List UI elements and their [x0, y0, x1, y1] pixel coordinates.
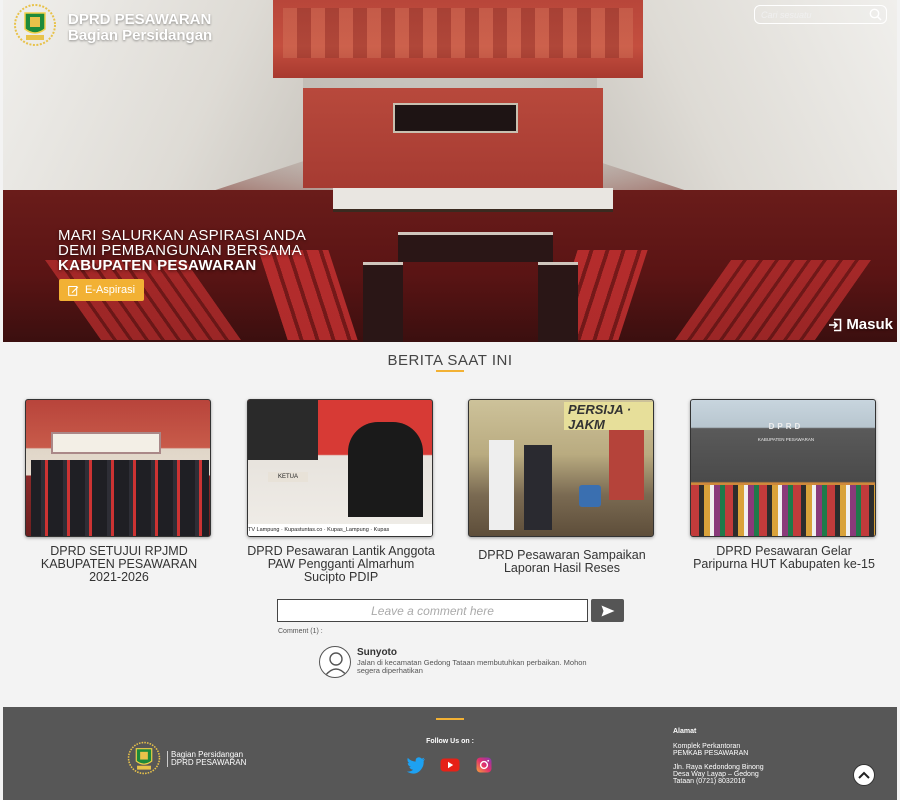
- follow-us-label: Follow Us on :: [426, 738, 474, 745]
- address-spacer: [673, 757, 764, 764]
- hero-desk: [538, 262, 578, 342]
- brand-title: DPRD PESAWARAN Bagian Persidangan: [68, 12, 212, 44]
- hero-screen: [393, 103, 518, 133]
- hero-desk: [398, 232, 553, 262]
- address-line: Komplek Perkantoran: [673, 743, 741, 750]
- news-caption: DPRD Pesawaran Sampaikan Laporan Hasil R…: [478, 548, 646, 575]
- news-caption: DPRD Pesawaran Gelar Paripurna HUT Kabup…: [693, 544, 875, 571]
- photo-sign: DPRD: [768, 422, 804, 431]
- title-underline: [436, 370, 464, 372]
- photo-person: [489, 440, 514, 530]
- news-caption: DPRD Pesawaran Lantik Anggota PAW Pengga…: [247, 544, 435, 584]
- news-caption: DPRD SETUJUI RPJMD KABUPATEN PESAWARAN 2…: [40, 544, 198, 584]
- comment-field-wrapper[interactable]: [277, 599, 588, 622]
- brand-line2: Bagian Persidangan: [68, 27, 213, 44]
- address-line: Tataan (0721) 8032016: [673, 778, 746, 785]
- tagline-line2: DEMI PEMBANGUNAN BERSAMA: [58, 242, 302, 259]
- send-comment-button[interactable]: [591, 599, 624, 622]
- user-icon: [324, 652, 348, 677]
- brand-line1: DPRD PESAWARAN: [68, 11, 212, 28]
- youtube-icon[interactable]: [440, 756, 460, 774]
- photo-person: [348, 422, 423, 517]
- address-line: Desa Way Layap – Gedong: [673, 771, 759, 778]
- send-icon: [601, 605, 614, 616]
- photo-person: [609, 430, 644, 500]
- photo-watermark: TV Lampung · Kupastuntas.co · Kupas_Lamp…: [248, 524, 432, 536]
- hero-tagline: MARI SALURKAN ASPIRASI ANDA DEMI PEMBANG…: [58, 228, 306, 273]
- address-line: PEMKAB PESAWARAN: [673, 750, 749, 757]
- news-card[interactable]: DPRD SETUJUI RPJMD KABUPATEN PESAWARAN 2…: [25, 399, 213, 584]
- footer-brand-line2: DPRD PESAWARAN: [171, 758, 247, 767]
- e-aspirasi-button[interactable]: E-Aspirasi: [59, 279, 144, 301]
- scroll-to-top-button[interactable]: [853, 764, 875, 786]
- photo-people: [31, 460, 209, 536]
- photo-sign-sub: KABUPATEN PESAWARAN: [757, 437, 815, 442]
- search-input[interactable]: [761, 7, 866, 22]
- comment-text: Jalan di kecamatan Gedong Tataan membutu…: [357, 658, 587, 675]
- chevron-up-icon: [858, 771, 870, 779]
- edit-icon: [68, 285, 79, 296]
- hero-ceiling: [273, 0, 643, 78]
- search-icon[interactable]: [869, 8, 882, 21]
- search-box[interactable]: [754, 5, 887, 24]
- address-line: Jln. Raya Kedondong Binong: [673, 764, 764, 771]
- news-section-title: BERITA SAAT INI: [387, 352, 513, 369]
- photo-crowd: [691, 485, 875, 536]
- photo-person: [524, 445, 552, 530]
- footer-brand: Bagian Persidangan DPRD PESAWARAN: [167, 751, 246, 767]
- login-label: Masuk: [846, 316, 893, 333]
- photo-banner: [51, 432, 161, 454]
- photo-placard: KETUA: [268, 472, 308, 482]
- comment-input[interactable]: [278, 600, 587, 621]
- news-thumbnail[interactable]: PERSIJA · JAKM: [468, 399, 654, 537]
- instagram-icon[interactable]: [474, 756, 494, 774]
- login-icon: [829, 318, 842, 331]
- news-card[interactable]: DPRD KABUPATEN PESAWARAN DPRD Pesawaran …: [690, 399, 878, 571]
- news-thumbnail[interactable]: DPRD KABUPATEN PESAWARAN: [690, 399, 876, 537]
- comment-author: Sunyoto: [357, 647, 397, 658]
- e-aspirasi-label: E-Aspirasi: [84, 284, 136, 296]
- news-card[interactable]: KETUA TV Lampung · Kupastuntas.co · Kupa…: [247, 399, 435, 584]
- login-button[interactable]: Masuk: [828, 316, 893, 333]
- footer-accent-bar: [436, 718, 464, 720]
- comment-count: Comment (1) :: [278, 628, 323, 635]
- news-thumbnail[interactable]: [25, 399, 211, 537]
- footer-logo: [127, 741, 161, 775]
- twitter-icon[interactable]: [406, 756, 426, 774]
- photo-screen: [248, 400, 318, 460]
- photo-sign: PERSIJA · JAKM: [564, 402, 653, 432]
- news-thumbnail[interactable]: KETUA TV Lampung · Kupastuntas.co · Kupa…: [247, 399, 433, 537]
- address-block: Komplek Perkantoran PEMKAB PESAWARAN Jln…: [673, 743, 764, 785]
- tagline-line3: KABUPATEN PESAWARAN: [58, 257, 257, 274]
- hero-desk: [363, 262, 403, 342]
- photo-bucket: [579, 485, 601, 507]
- tagline-line1: MARI SALURKAN ASPIRASI ANDA: [58, 227, 307, 244]
- address-title: Alamat: [673, 728, 697, 735]
- news-card[interactable]: PERSIJA · JAKM DPRD Pesawaran Sampaikan …: [468, 399, 656, 575]
- hero-head-table: [333, 188, 613, 212]
- avatar: [319, 646, 351, 678]
- dprd-logo: [14, 4, 56, 46]
